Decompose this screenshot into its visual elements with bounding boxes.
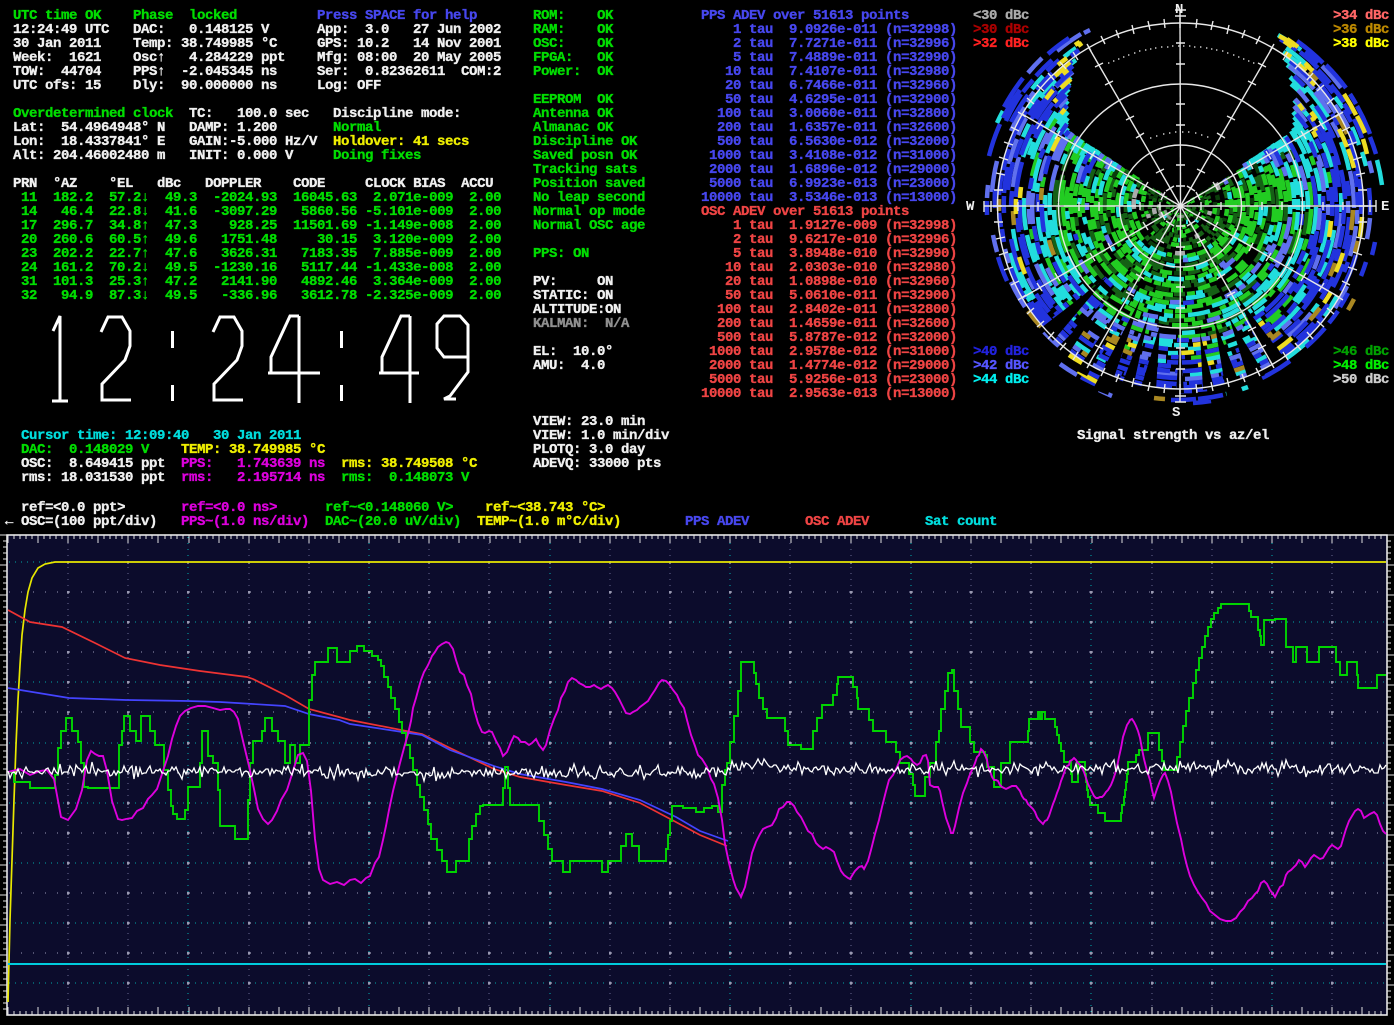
svg-text:E: E [1381,199,1389,215]
svg-text:W: W [966,199,975,215]
svg-text:N: N [1175,2,1183,18]
svg-text:S: S [1172,405,1180,421]
